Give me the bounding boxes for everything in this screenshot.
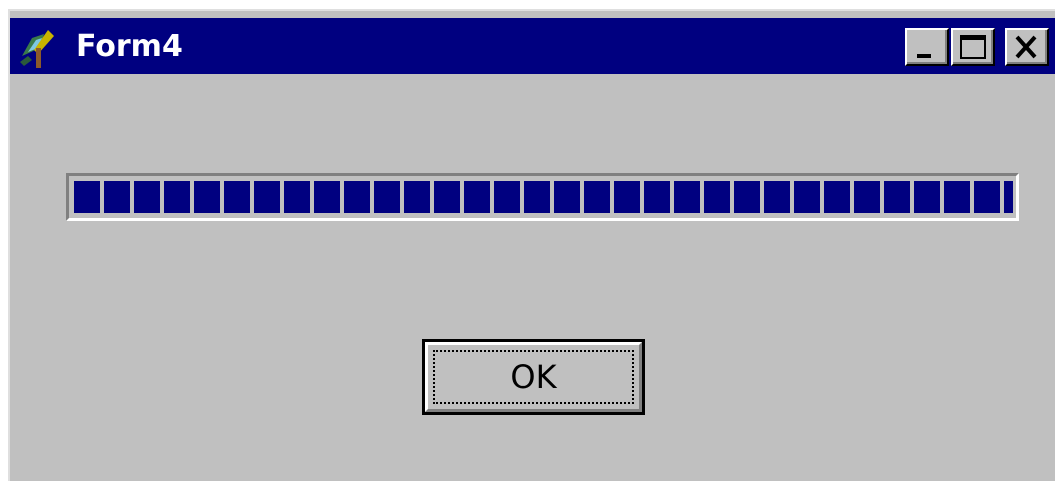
progress-segment [794,181,820,213]
progress-segment [74,181,100,213]
progress-segment [854,181,880,213]
progress-segment [284,181,310,213]
progress-segment [434,181,460,213]
title-bar[interactable]: Form4 [10,18,1055,74]
progress-segment [254,181,280,213]
window-title: Form4 [76,29,183,64]
progress-segment [584,181,610,213]
progress-segment [704,181,730,213]
progress-segment [344,181,370,213]
progress-segment [884,181,910,213]
progress-segment [644,181,670,213]
progress-track [72,179,1013,215]
progress-segment [134,181,160,213]
progress-segment [164,181,190,213]
progress-segment [314,181,340,213]
progress-segment [464,181,490,213]
form-app-icon[interactable] [18,26,62,70]
progress-segment [824,181,850,213]
progress-fill [74,181,1013,213]
progress-segment [524,181,550,213]
progress-segment [764,181,790,213]
progress-segment [914,181,940,213]
progress-segment [494,181,520,213]
progress-segment [374,181,400,213]
maximize-button[interactable] [951,28,995,66]
progress-segment [974,181,1000,213]
ok-button-label: OK [510,358,557,396]
maximize-icon [960,35,986,59]
progress-segment [104,181,130,213]
progress-segment [674,181,700,213]
close-button[interactable] [1005,28,1049,66]
progress-segment [944,181,970,213]
minimize-button[interactable] [905,28,949,66]
progress-segment [1004,181,1013,213]
minimize-icon [917,54,931,58]
close-icon [1015,35,1037,59]
progress-segment [194,181,220,213]
progress-segment [404,181,430,213]
progress-segment [734,181,760,213]
ok-button[interactable]: OK [422,339,645,415]
progress-bar [66,173,1019,221]
progress-segment [224,181,250,213]
progress-segment [614,181,640,213]
progress-segment [554,181,580,213]
